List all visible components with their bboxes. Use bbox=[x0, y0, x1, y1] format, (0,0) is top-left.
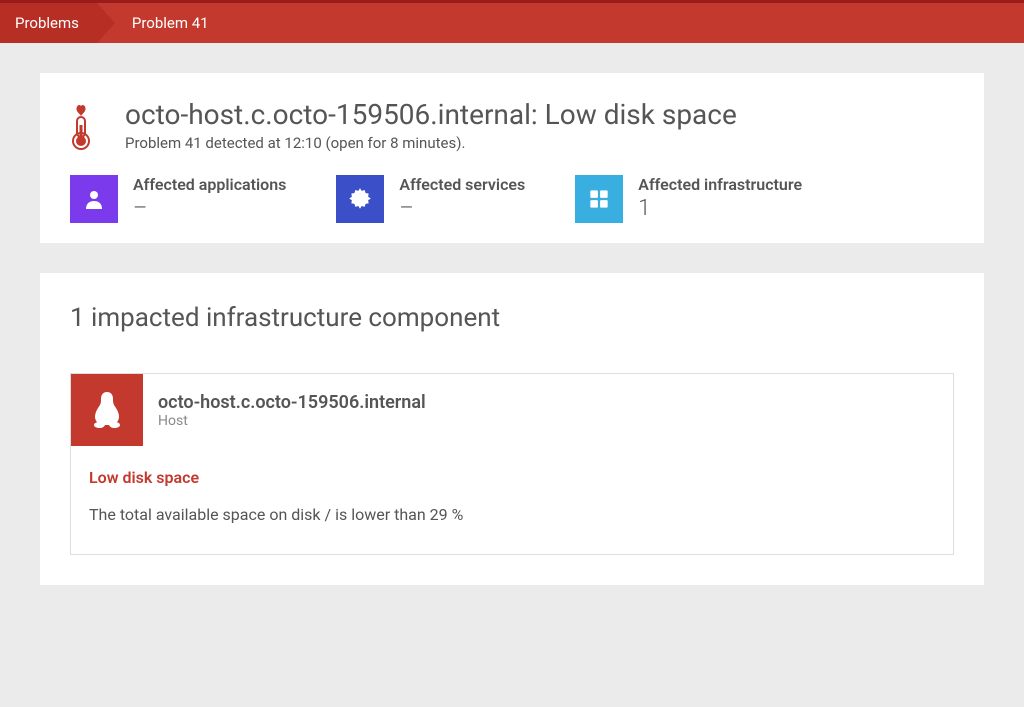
affected-services-label: Affected services bbox=[399, 175, 525, 194]
affected-services-text: Affected services – bbox=[399, 175, 525, 221]
applications-icon bbox=[70, 175, 118, 223]
affected-services-value: – bbox=[399, 196, 525, 221]
problem-title-block: octo-host.c.octo-159506.internal: Low di… bbox=[125, 98, 737, 152]
breadcrumb: Problems Problem 41 bbox=[0, 3, 1024, 43]
affected-applications-label: Affected applications bbox=[133, 175, 286, 194]
breadcrumb-current-label: Problem 41 bbox=[132, 14, 209, 32]
thermometer-icon bbox=[70, 103, 100, 155]
affected-row: Affected applications – Affected service… bbox=[70, 175, 954, 223]
issue-description: The total available space on disk / is l… bbox=[89, 505, 935, 524]
services-icon bbox=[336, 175, 384, 223]
host-name: octo-host.c.octo-159506.internal bbox=[158, 392, 426, 413]
host-info: octo-host.c.octo-159506.internal Host bbox=[143, 392, 426, 429]
affected-services[interactable]: Affected services – bbox=[336, 175, 525, 223]
affected-infrastructure-label: Affected infrastructure bbox=[638, 175, 802, 194]
host-type: Host bbox=[158, 413, 426, 429]
problem-card: octo-host.c.octo-159506.internal: Low di… bbox=[40, 73, 984, 243]
problem-header: octo-host.c.octo-159506.internal: Low di… bbox=[70, 98, 954, 155]
infrastructure-icon bbox=[575, 175, 623, 223]
host-header: octo-host.c.octo-159506.internal Host bbox=[71, 374, 953, 446]
breadcrumb-root[interactable]: Problems bbox=[0, 3, 97, 43]
impacted-title: 1 impacted infrastructure component bbox=[70, 303, 954, 333]
linux-host-icon bbox=[71, 374, 143, 446]
host-body: Low disk space The total available space… bbox=[71, 446, 953, 554]
content-area: octo-host.c.octo-159506.internal: Low di… bbox=[0, 43, 1024, 615]
problem-subtitle: Problem 41 detected at 12:10 (open for 8… bbox=[125, 134, 737, 152]
issue-name: Low disk space bbox=[89, 468, 935, 487]
breadcrumb-root-label: Problems bbox=[15, 14, 79, 32]
affected-infrastructure-text: Affected infrastructure 1 bbox=[638, 175, 802, 221]
affected-applications-text: Affected applications – bbox=[133, 175, 286, 221]
affected-applications[interactable]: Affected applications – bbox=[70, 175, 286, 223]
breadcrumb-current[interactable]: Problem 41 bbox=[97, 3, 229, 43]
host-card[interactable]: octo-host.c.octo-159506.internal Host Lo… bbox=[70, 373, 954, 555]
affected-applications-value: – bbox=[133, 196, 286, 221]
impacted-section: 1 impacted infrastructure component octo… bbox=[40, 273, 984, 585]
affected-infrastructure-value: 1 bbox=[638, 196, 802, 221]
affected-infrastructure[interactable]: Affected infrastructure 1 bbox=[575, 175, 802, 223]
problem-title: octo-host.c.octo-159506.internal: Low di… bbox=[125, 98, 737, 131]
